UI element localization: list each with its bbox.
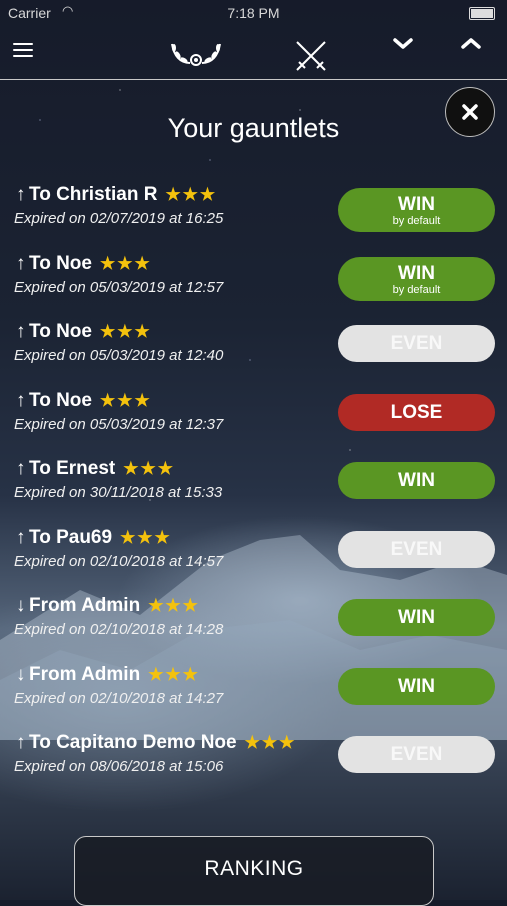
result-label: WIN bbox=[398, 675, 435, 697]
result-badge[interactable]: LOSE bbox=[338, 393, 495, 431]
gauntlet-title: ↑ To Noe ★★★ bbox=[16, 321, 152, 343]
clock: 7:18 PM bbox=[227, 5, 280, 21]
star-rating: ★★★ bbox=[120, 527, 172, 547]
result-label: LOSE bbox=[390, 401, 443, 423]
arrow-up-icon: ↑ bbox=[16, 321, 26, 342]
gauntlet-opponent: To Noe bbox=[29, 321, 92, 342]
arrow-up-icon: ↑ bbox=[16, 184, 26, 205]
gauntlet-expiry: Expired on 05/03/2019 at 12:37 bbox=[14, 415, 224, 433]
gauntlet-title: ↑ To Capitano Demo Noe ★★★ bbox=[16, 732, 296, 754]
gauntlet-title: ↓ From Admin ★★★ bbox=[16, 595, 200, 617]
gauntlet-title: ↑ To Christian R ★★★ bbox=[16, 184, 217, 206]
result-badge[interactable]: WIN by default bbox=[338, 256, 495, 301]
star-rating: ★★★ bbox=[99, 322, 152, 341]
gauntlet-opponent: To Christian R bbox=[29, 184, 158, 205]
arrow-up-icon: ↑ bbox=[16, 732, 26, 753]
gauntlet-title: ↑ To Noe ★★★ bbox=[16, 253, 152, 275]
gauntlet-title: ↑ To Noe ★★★ bbox=[16, 390, 152, 412]
result-badge[interactable]: EVEN bbox=[338, 530, 495, 568]
laurel-icon[interactable] bbox=[168, 36, 224, 72]
gauntlet-row[interactable]: ↑ To Noe ★★★ Expired on 05/03/2019 at 12:57… bbox=[0, 249, 507, 318]
gauntlet-expiry: Expired on 30/11/2018 at 15:33 bbox=[14, 484, 223, 501]
gauntlet-row[interactable]: ↑ To Pau69 ★★★ Expired on 02/10/2018 at 14:… bbox=[0, 523, 507, 592]
result-label: EVEN bbox=[390, 538, 443, 560]
star-rating: ★★★ bbox=[148, 664, 200, 684]
gauntlet-list: ↑ To Christian R ★★★ Expired on 02/07/2019 … bbox=[0, 180, 507, 797]
gauntlet-opponent: To Noe bbox=[29, 389, 92, 411]
result-badge[interactable]: WIN bbox=[338, 667, 495, 705]
star-rating: ★★★ bbox=[99, 253, 152, 273]
result-label: WIN bbox=[398, 262, 435, 284]
battery-icon bbox=[469, 7, 495, 20]
gauntlet-row[interactable]: ↑ To Capitano Demo Noe ★★★ Expired on 08/06… bbox=[0, 728, 507, 797]
result-badge[interactable]: WIN bbox=[338, 462, 495, 499]
gauntlet-row[interactable]: ↑ To Christian R ★★★ Expired on 02/07/2019 … bbox=[0, 180, 507, 249]
result-label: WIN bbox=[398, 607, 435, 628]
star-rating: ★★★ bbox=[123, 459, 175, 478]
ranking-button[interactable]: RANKING bbox=[74, 836, 434, 906]
chevron-up-icon[interactable] bbox=[459, 32, 483, 54]
star-rating: ★★★ bbox=[99, 390, 152, 410]
gauntlet-opponent: To Pau69 bbox=[29, 526, 113, 548]
arrow-up-icon: ↑ bbox=[16, 526, 26, 548]
arrow-down-icon: ↓ bbox=[16, 595, 26, 616]
result-badge[interactable]: EVEN bbox=[338, 736, 495, 773]
star-rating: ★★★ bbox=[165, 185, 218, 204]
result-label: WIN bbox=[398, 470, 435, 491]
result-badge[interactable]: WIN by default bbox=[338, 188, 495, 232]
gauntlet-opponent: To Ernest bbox=[29, 458, 116, 479]
gauntlet-title: ↑ To Ernest ★★★ bbox=[16, 458, 175, 480]
gauntlet-opponent: To Capitano Demo Noe bbox=[29, 732, 237, 753]
arrow-up-icon: ↑ bbox=[16, 252, 26, 274]
arrow-up-icon: ↑ bbox=[16, 389, 26, 411]
gauntlet-expiry: Expired on 08/06/2018 at 15:06 bbox=[14, 758, 224, 775]
result-badge[interactable]: WIN bbox=[338, 599, 495, 636]
gauntlet-title: ↑ To Pau69 ★★★ bbox=[16, 527, 172, 549]
ranking-label: RANKING bbox=[204, 857, 304, 880]
result-label: EVEN bbox=[390, 744, 443, 765]
arrow-down-icon: ↓ bbox=[16, 663, 26, 685]
gauntlet-expiry: Expired on 05/03/2019 at 12:40 bbox=[14, 347, 224, 364]
gauntlet-expiry: Expired on 02/10/2018 at 14:57 bbox=[14, 552, 224, 570]
result-sublabel: by default bbox=[392, 215, 441, 227]
gauntlet-row[interactable]: ↑ To Noe ★★★ Expired on 05/03/2019 at 12:40… bbox=[0, 317, 507, 386]
gauntlet-row[interactable]: ↓ From Admin ★★★ Expired on 02/10/2018 at 1… bbox=[0, 660, 507, 729]
page-title: Your gauntlets bbox=[167, 113, 340, 143]
status-bar: Carrier ◠ 7:18 PM bbox=[0, 0, 507, 26]
gauntlet-row[interactable]: ↓ From Admin ★★★ Expired on 02/10/2018 at 1… bbox=[0, 591, 507, 660]
gauntlet-title: ↓ From Admin ★★★ bbox=[16, 664, 200, 686]
gauntlet-expiry: Expired on 02/10/2018 at 14:28 bbox=[14, 621, 224, 638]
gauntlet-opponent: To Noe bbox=[29, 252, 92, 274]
gauntlet-expiry: Expired on 02/10/2018 at 14:27 bbox=[14, 689, 224, 707]
gauntlet-row[interactable]: ↑ To Ernest ★★★ Expired on 30/11/2018 at 15… bbox=[0, 454, 507, 523]
gauntlet-expiry: Expired on 02/07/2019 at 16:25 bbox=[14, 210, 224, 227]
gauntlet-expiry: Expired on 05/03/2019 at 12:57 bbox=[14, 278, 224, 296]
arrow-up-icon: ↑ bbox=[16, 458, 26, 479]
nav-bar bbox=[0, 26, 507, 80]
chevron-down-icon[interactable] bbox=[391, 32, 415, 54]
star-rating: ★★★ bbox=[148, 596, 200, 615]
menu-icon[interactable] bbox=[13, 43, 33, 59]
gauntlet-row[interactable]: ↑ To Noe ★★★ Expired on 05/03/2019 at 12:37… bbox=[0, 386, 507, 455]
star-rating: ★★★ bbox=[244, 733, 297, 752]
gauntlet-opponent: From Admin bbox=[29, 663, 141, 685]
result-sublabel: by default bbox=[392, 283, 441, 296]
result-label: EVEN bbox=[390, 333, 443, 354]
result-badge[interactable]: EVEN bbox=[338, 325, 495, 362]
result-label: WIN bbox=[398, 194, 435, 215]
gauntlet-opponent: From Admin bbox=[29, 595, 141, 616]
swords-icon[interactable] bbox=[293, 38, 329, 74]
